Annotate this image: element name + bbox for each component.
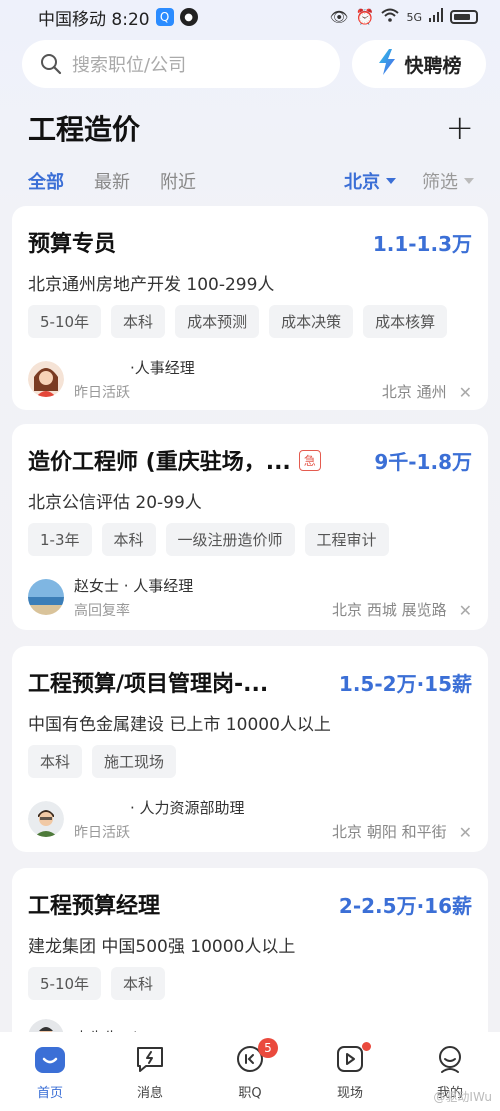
tag: 施工现场 (92, 745, 177, 778)
recruiter-row: ·人事经理 昨日活跃 北京 通州 ✕ (28, 352, 472, 406)
watermark: @驱动IWu (433, 1090, 492, 1104)
recruiter-row: · 人力资源部助理 昨日活跃 北京 朝阳 和平街 ✕ (28, 792, 472, 846)
tag-list: 5-10年 本科 (28, 967, 472, 1000)
job-card[interactable]: 造价工程师 (重庆驻场，... 急 9千-1.8万 北京公信评估 20-99人 … (12, 424, 488, 630)
tag: 工程审计 (304, 523, 389, 556)
battery-icon (450, 10, 478, 24)
tab-latest[interactable]: 最新 (94, 168, 130, 194)
company-info: 中国有色金属建设 已上市 10000人以上 (28, 715, 331, 735)
salary: 2-2.5万·16薪 (338, 893, 472, 918)
notification-dot (362, 1042, 371, 1051)
nav-jobq[interactable]: 5 职Q (210, 1038, 290, 1101)
hot-list-button[interactable]: 快聘榜 (352, 40, 486, 88)
avatar (28, 361, 64, 397)
filter-label: 筛选 (422, 172, 458, 193)
salary: 9千-1.8万 (374, 449, 472, 474)
recruiter-row: 赵女士 · 人事经理 高回复率 北京 西城 展览路 ✕ (28, 570, 472, 624)
plus-icon[interactable]: + (446, 111, 475, 145)
chevron-down-icon (464, 178, 474, 184)
tag: 成本核算 (363, 305, 448, 338)
city-selector[interactable]: 北京 (344, 168, 396, 194)
job-title: 工程预算/项目管理岗-... (28, 672, 269, 697)
hot-list-label: 快聘榜 (404, 54, 462, 77)
title-row: 工程造价 + (28, 104, 474, 152)
search-icon (40, 53, 62, 75)
alarm-icon: ⏰ (355, 8, 375, 26)
company-info: 建龙集团 中国500强 10000人以上 (28, 937, 296, 957)
recruiter-name: · 人力资源部助理 (130, 798, 245, 817)
carrier-time: 中国移动 8:20 (38, 9, 150, 30)
notification-badge: 5 (258, 1038, 278, 1058)
salary: 1.5-2万·15薪 (338, 671, 472, 696)
search-placeholder: 搜索职位/公司 (72, 55, 187, 76)
job-location: 北京 西城 展览路 (332, 601, 447, 619)
tag: 本科 (28, 745, 83, 778)
tag: 成本决策 (269, 305, 354, 338)
city-label: 北京 (344, 172, 380, 193)
tag-list: 本科 施工现场 (28, 745, 472, 778)
tag-list: 5-10年 本科 成本预测 成本决策 成本核算 (28, 305, 472, 338)
nav-live-label: 现场 (336, 1086, 363, 1101)
recruiter-status: 昨日活跃 (74, 384, 130, 401)
recruiter-status: 高回复率 (74, 602, 130, 619)
tag-list: 1-3年 本科 一级注册造价师 工程审计 (28, 523, 472, 556)
nav-home[interactable]: 首页 (10, 1044, 90, 1101)
tab-nearby[interactable]: 附近 (160, 168, 196, 194)
urgent-badge: 急 (298, 449, 321, 471)
tab-all[interactable]: 全部 (28, 168, 64, 194)
eye-icon: 👁 (329, 8, 349, 26)
live-icon (334, 1044, 366, 1074)
tag: 5-10年 (28, 967, 102, 1000)
tag: 本科 (101, 523, 156, 556)
job-title: 预算专员 (28, 232, 117, 257)
close-icon[interactable]: ✕ (459, 383, 472, 402)
job-card[interactable]: 预算专员 1.1-1.3万 北京通州房地产开发 100-299人 5-10年 本… (12, 206, 488, 410)
home-icon (34, 1044, 66, 1074)
nav-live[interactable]: 现场 (310, 1042, 390, 1101)
job-location: 北京 通州 (381, 383, 447, 401)
signal-icon: 5G (406, 10, 422, 24)
close-icon[interactable]: ✕ (459, 601, 472, 620)
avatar (28, 801, 64, 837)
close-icon[interactable]: ✕ (459, 823, 472, 842)
job-location: 北京 朝阳 和平街 (332, 823, 447, 841)
job-title: 工程预算经理 (28, 894, 161, 919)
status-bar: 中国移动 8:20 Q ● 👁 ⏰ 5G (0, 0, 500, 34)
bottom-nav: 首页 消息 5 职Q 现场 我的 @驱动IWu (0, 1032, 500, 1111)
nav-messages[interactable]: 消息 (110, 1044, 190, 1101)
recruiter-name: ·人事经理 (130, 358, 195, 377)
chevron-down-icon (386, 178, 396, 184)
tag: 5-10年 (28, 305, 102, 338)
tag: 1-3年 (28, 523, 92, 556)
lightning-icon (376, 48, 398, 80)
company-info: 北京通州房地产开发 100-299人 (28, 275, 275, 295)
avatar (28, 579, 64, 615)
wifi-icon (381, 8, 400, 26)
job-title: 造价工程师 (重庆驻场，... (28, 450, 291, 475)
nav-home-label: 首页 (36, 1086, 63, 1101)
tag: 成本预测 (175, 305, 260, 338)
signal-bars-icon (429, 8, 443, 26)
tag: 一级注册造价师 (165, 523, 295, 556)
nav-jobq-label: 职Q (238, 1086, 262, 1101)
page-title: 工程造价 (28, 113, 141, 146)
salary: 1.1-1.3万 (372, 231, 472, 256)
recruiter-name: 赵女士 · 人事经理 (74, 576, 194, 595)
company-info: 北京公信评估 20-99人 (28, 493, 202, 513)
search-input[interactable]: 搜索职位/公司 (22, 40, 340, 88)
qq-notification-icon: ● (179, 8, 198, 26)
app-notification-icon: Q (155, 8, 174, 26)
profile-icon (434, 1044, 466, 1074)
nav-messages-label: 消息 (136, 1086, 163, 1101)
job-card[interactable]: 工程预算/项目管理岗-... 1.5-2万·15薪 中国有色金属建设 已上市 1… (12, 646, 488, 852)
tag: 本科 (111, 967, 166, 1000)
recruiter-status: 昨日活跃 (74, 824, 130, 841)
search-row: 搜索职位/公司 快聘榜 (22, 40, 486, 88)
filter-dropdown[interactable]: 筛选 (422, 168, 474, 194)
message-icon (134, 1044, 166, 1074)
tag: 本科 (111, 305, 166, 338)
filter-tabs: 全部 最新 附近 北京 筛选 (28, 164, 474, 198)
